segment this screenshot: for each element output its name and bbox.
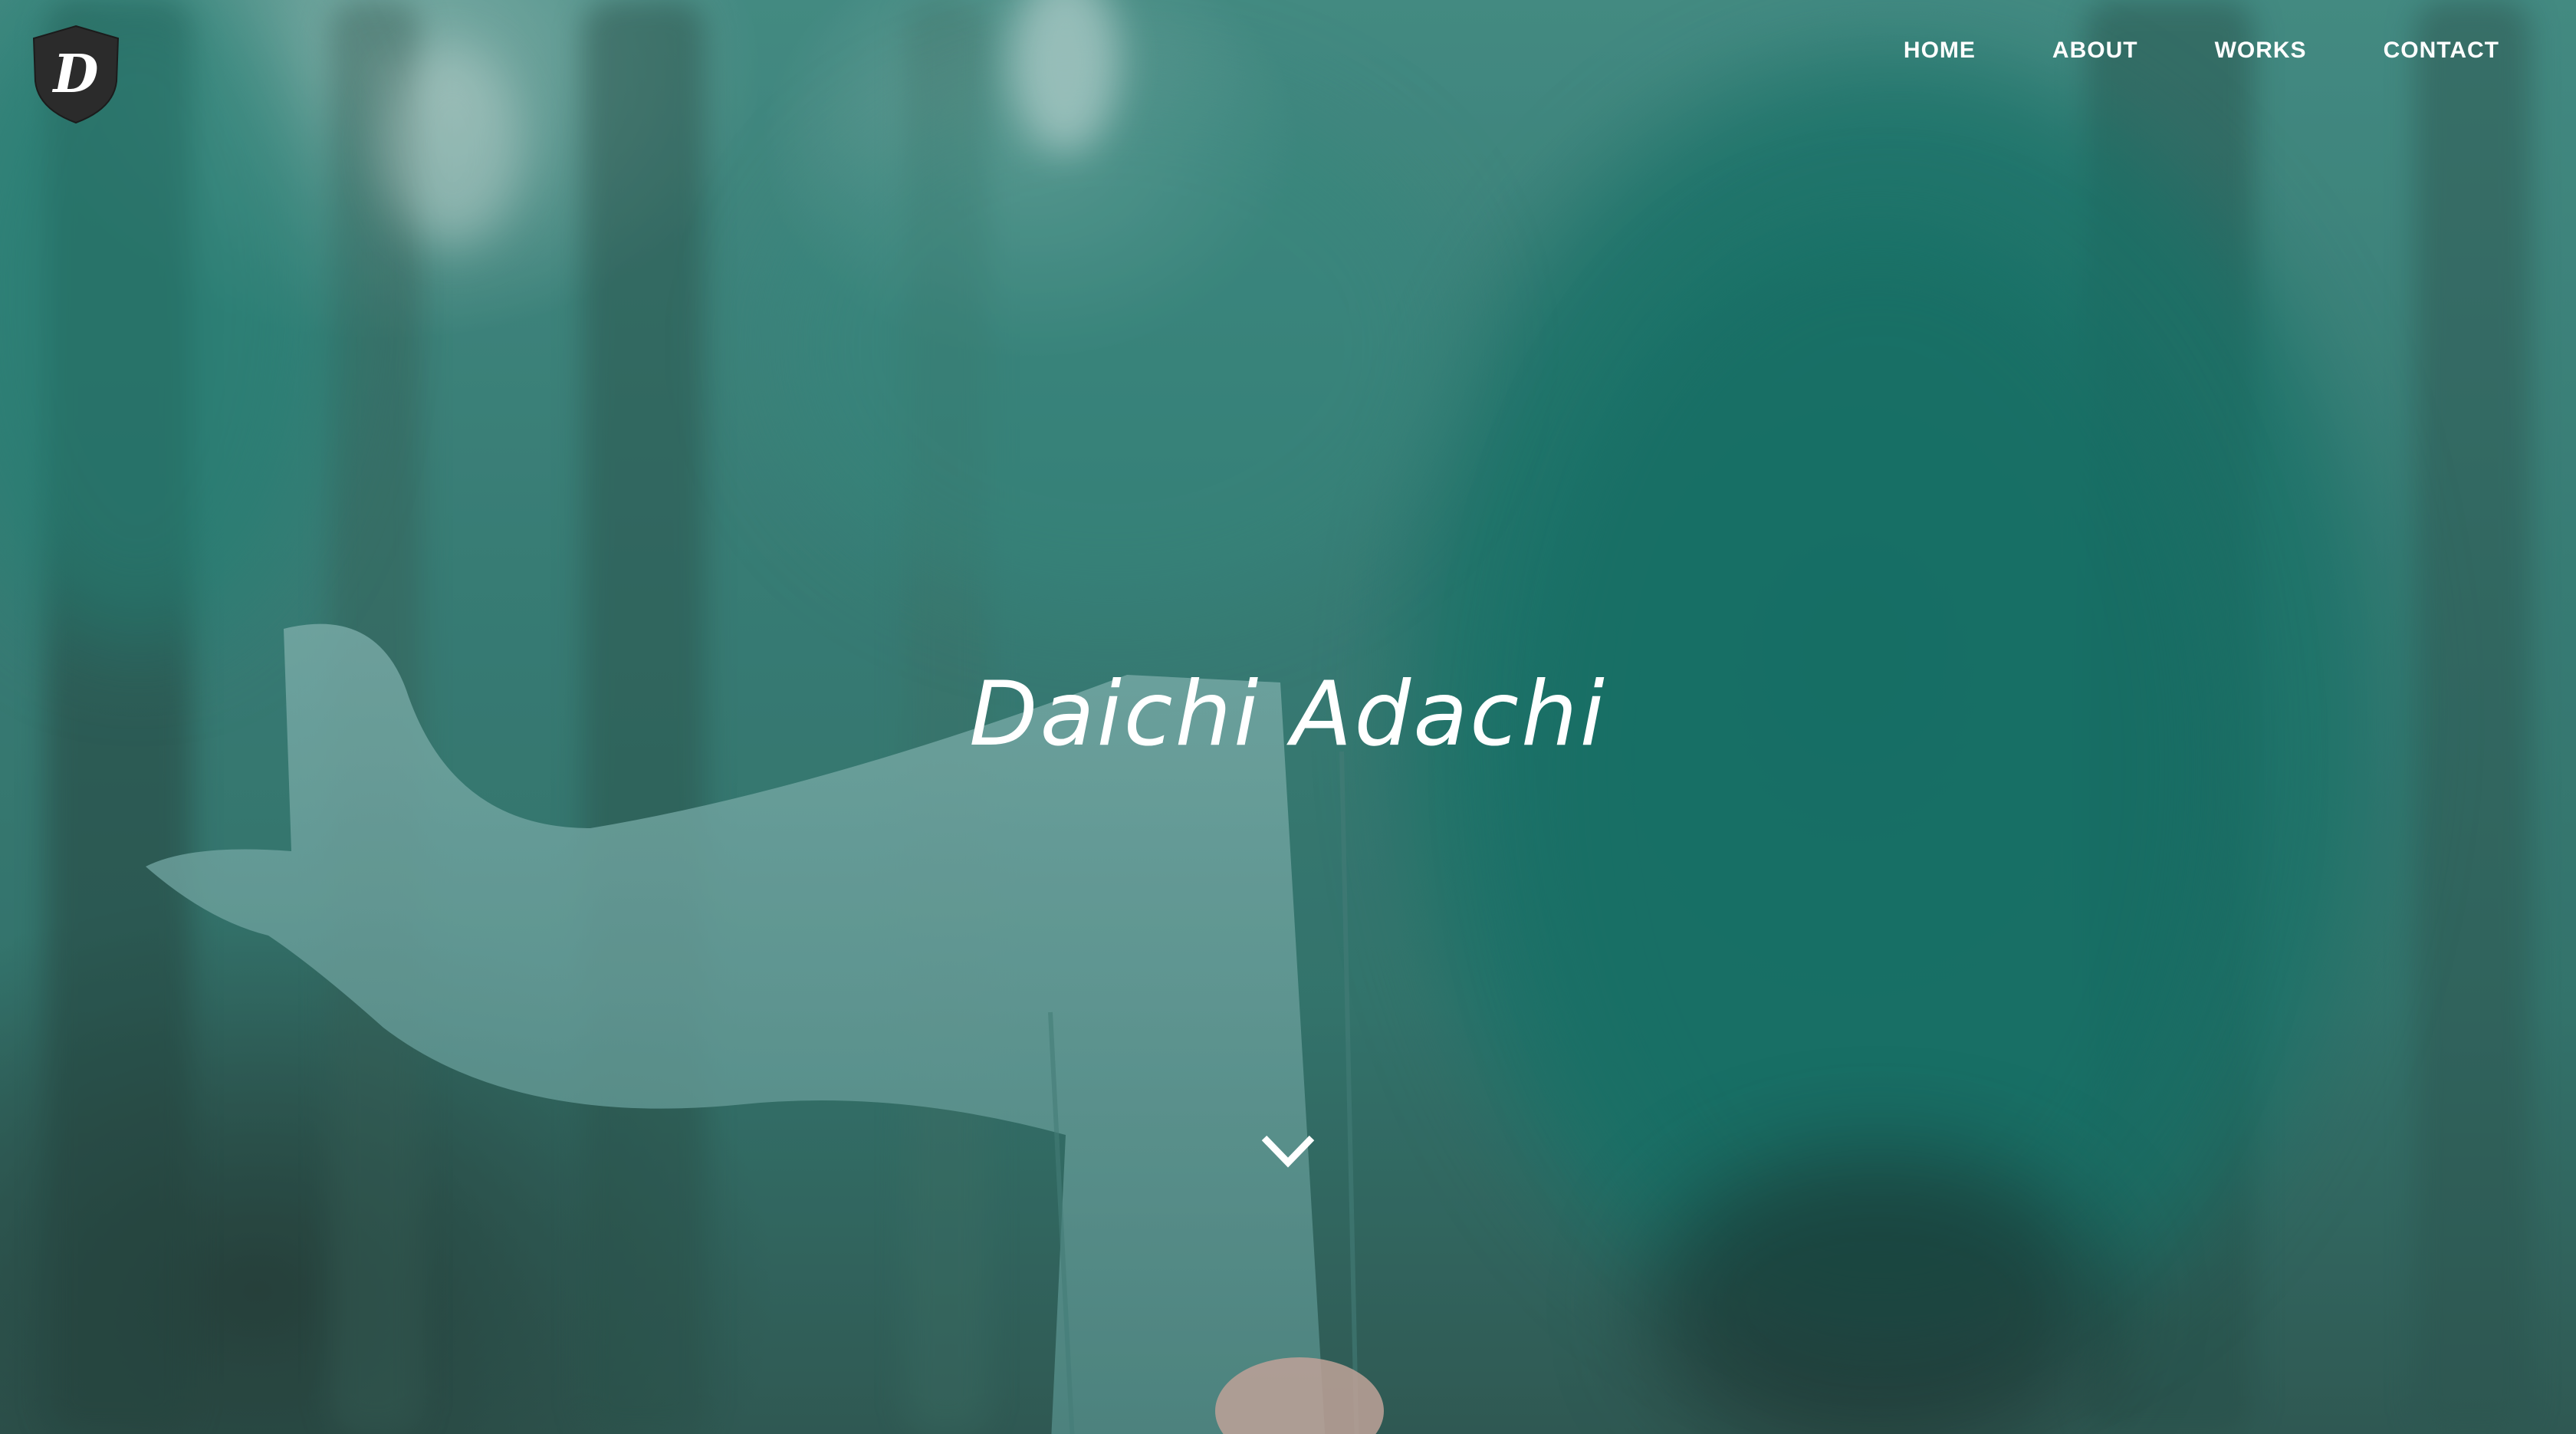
main-navigation: HOME ABOUT WORKS CONTACT [1865,34,2499,67]
nav-works-link[interactable]: WORKS [2177,34,2345,67]
nav-about-link[interactable]: ABOUT [2014,34,2177,67]
hero-section: D HOME ABOUT WORKS CONTACT Daichi Adachi [0,0,2576,1434]
nav-contact-link[interactable]: CONTACT [2345,34,2499,67]
chevron-down-icon[interactable] [1260,1132,1316,1172]
hero-title: Daichi Adachi [969,663,1607,766]
site-logo[interactable]: D [29,23,123,126]
nav-home-link[interactable]: HOME [1865,34,2014,67]
logo-letter: D [52,44,99,105]
